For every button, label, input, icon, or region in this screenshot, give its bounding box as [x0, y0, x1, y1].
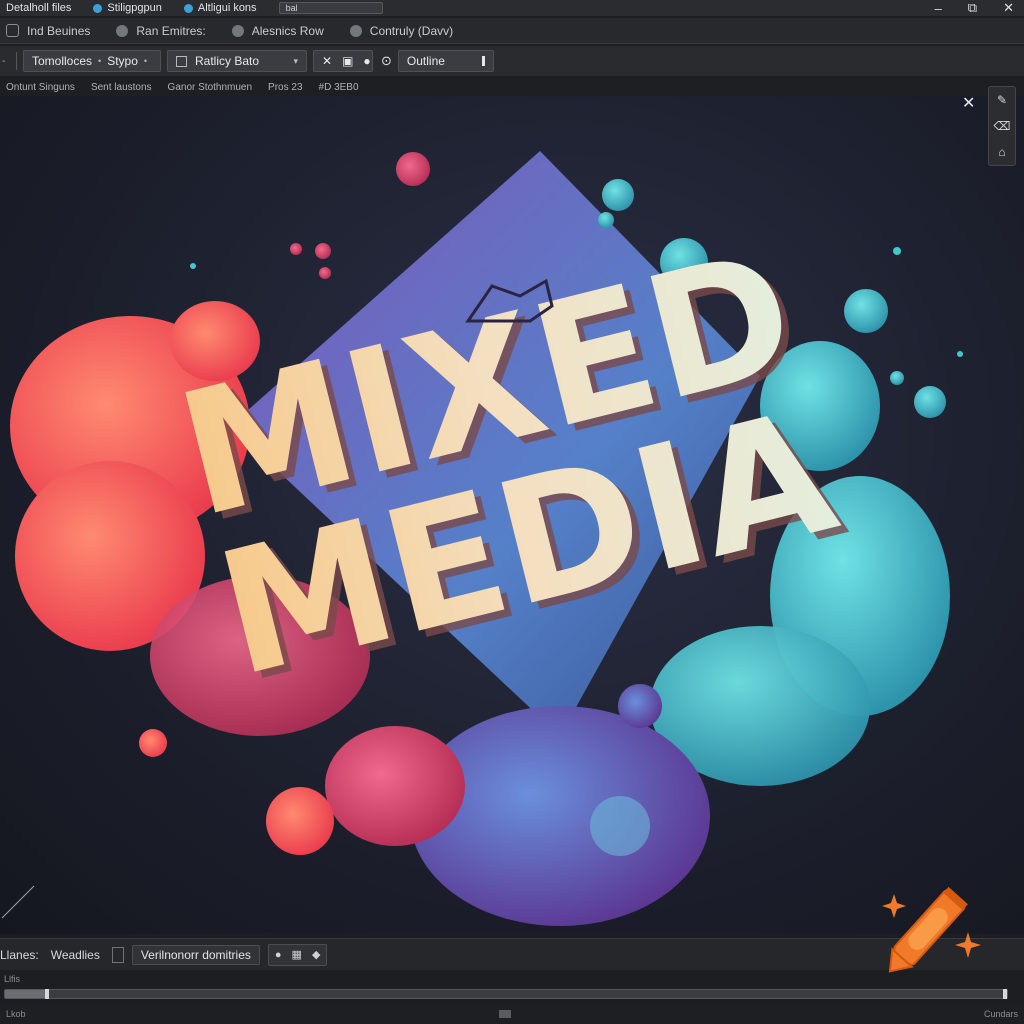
pink-blob [325, 726, 465, 846]
doc-icon[interactable] [111, 946, 124, 963]
stamp-icon[interactable]: ⌂ [998, 145, 1005, 159]
sphere [914, 386, 946, 418]
brush-icon[interactable]: ✎ [997, 93, 1007, 107]
workspace-select[interactable]: bal [278, 2, 383, 14]
grid-icon[interactable]: ▦ [292, 948, 302, 961]
outline-select[interactable]: Outline [397, 50, 494, 72]
footer: Lkob Cundars [0, 1004, 1024, 1024]
breadcrumb-item[interactable]: Ontunt Singuns [6, 82, 75, 93]
weadlies-label: Weadlies [50, 947, 100, 962]
user-icon[interactable]: ● [275, 949, 282, 961]
sphere [602, 179, 634, 211]
toolbar-primary: Ind Beuines Ran Emitres: Alesnics Row Co… [0, 18, 1024, 44]
sphere [315, 243, 331, 259]
hint-text: Llfis [4, 974, 21, 984]
bullet-icon: • [98, 56, 102, 66]
sphere [598, 212, 614, 228]
sphere [396, 152, 430, 186]
minimize-button[interactable]: – [935, 1, 942, 16]
toolbar-options: - Tomolloces • Stypo • Ratlicy Bato ▾ ✕ ▣ ● ⊙ … [0, 46, 1024, 76]
window-controls: – ⧉ ✕ [935, 0, 1014, 16]
bullet-icon: • [143, 56, 148, 66]
preset-label: Ratlicy Bato [195, 54, 260, 68]
sphere [957, 351, 963, 357]
gear-icon [116, 24, 129, 37]
transform-buttons: ✕ ▣ ● [313, 50, 373, 72]
menubar: Detalholl files Stiligpgpun Altligui kon… [0, 0, 1024, 16]
menu-actions-label: Altligui kons [197, 2, 257, 14]
info-icon[interactable]: ● [363, 54, 370, 68]
target-icon[interactable]: ⊙ [381, 53, 392, 69]
tool-label: Ind Beuines [27, 23, 91, 38]
preset-icon [176, 55, 187, 67]
timeline-handle[interactable] [45, 989, 50, 999]
tool-label: Contruly (Davv) [369, 23, 454, 38]
mode-label: Tomolloces [32, 54, 93, 68]
corner-arrow-icon [1, 885, 35, 919]
sphere [319, 267, 331, 279]
link-icon [183, 3, 193, 13]
side-toolbox: ✎ ⌫ ⌂ [988, 86, 1016, 166]
chevron-down-icon: ▾ [293, 55, 298, 66]
tool-emitters[interactable]: Ran Emitres: [116, 23, 206, 38]
timeline-scrubber[interactable] [4, 989, 1008, 999]
menu-file[interactable]: Detalholl files [6, 2, 71, 14]
sphere [290, 243, 302, 255]
timeline-end-handle[interactable] [1003, 989, 1007, 999]
menu-actions[interactable]: Altligui kons [183, 2, 257, 14]
sphere [266, 787, 334, 855]
sphere [590, 796, 650, 856]
eraser-icon[interactable]: ⌫ [994, 119, 1011, 133]
camera-icon[interactable]: ▣ [342, 54, 353, 68]
restore-button[interactable]: ⧉ [968, 0, 977, 16]
lanes-label: Llanes: [0, 947, 39, 962]
tool-continuity[interactable]: Contruly (Davv) [349, 23, 454, 38]
artwork: MIXED MIXED MEDIA MEDIA [1, 151, 963, 926]
bucket-icon[interactable]: ◆ [312, 948, 320, 961]
breadcrumb-item[interactable]: Sent laustons [91, 82, 152, 93]
close-icon[interactable]: ✕ [322, 54, 332, 68]
artboard-canvas[interactable]: MIXED MIXED MEDIA MEDIA [0, 96, 1024, 934]
tool-find-brushes[interactable]: Ind Beuines [6, 24, 90, 38]
square-icon [6, 24, 19, 37]
breadcrumb-item[interactable]: Ganor Stothnmuen [168, 82, 253, 93]
outline-label: Outline [406, 54, 445, 68]
tool-alesnics[interactable]: Alesnics Row [231, 23, 324, 38]
domain-field[interactable]: Verilnonorr domitries [131, 944, 260, 965]
sphere [893, 247, 901, 255]
preset-select[interactable]: Ratlicy Bato ▾ [167, 50, 307, 72]
collapse-icon[interactable]: - [2, 55, 10, 67]
menu-settings[interactable]: Stiligpgpun [93, 2, 162, 14]
sphere [139, 729, 167, 757]
breadcrumb: Ontunt Singuns Sent laustons Ganor Stoth… [0, 78, 1024, 96]
breadcrumb-item[interactable]: #D 3EB0 [319, 82, 359, 93]
status-buttons: ● ▦ ◆ [267, 943, 328, 966]
sphere [890, 371, 904, 385]
divider [16, 52, 17, 70]
tool-label: Alesnics Row [251, 23, 324, 38]
breadcrumb-item[interactable]: Pros 23 [268, 82, 302, 93]
tool-label: Ran Emitres: [136, 23, 206, 38]
close-button[interactable]: ✕ [1003, 0, 1014, 16]
footer-right: Cundars [983, 1009, 1018, 1019]
sphere [618, 684, 662, 728]
footer-grip-icon[interactable] [498, 1010, 511, 1018]
mode-select[interactable]: Tomolloces • Stypo • [23, 50, 161, 72]
footer-left: Lkob [6, 1009, 26, 1019]
mode-suffix: Stypo [107, 54, 138, 68]
lock-icon [349, 24, 362, 37]
sphere [190, 263, 196, 269]
menu-settings-label: Stiligpgpun [107, 2, 162, 14]
wrench-icon [231, 24, 244, 37]
timeline-fill [5, 990, 46, 998]
close-canvas-icon[interactable]: ✕ [962, 93, 975, 113]
sphere [844, 289, 888, 333]
settings-icon [93, 3, 103, 13]
slider-handle-icon [481, 56, 485, 66]
crayon-logo [882, 886, 981, 973]
